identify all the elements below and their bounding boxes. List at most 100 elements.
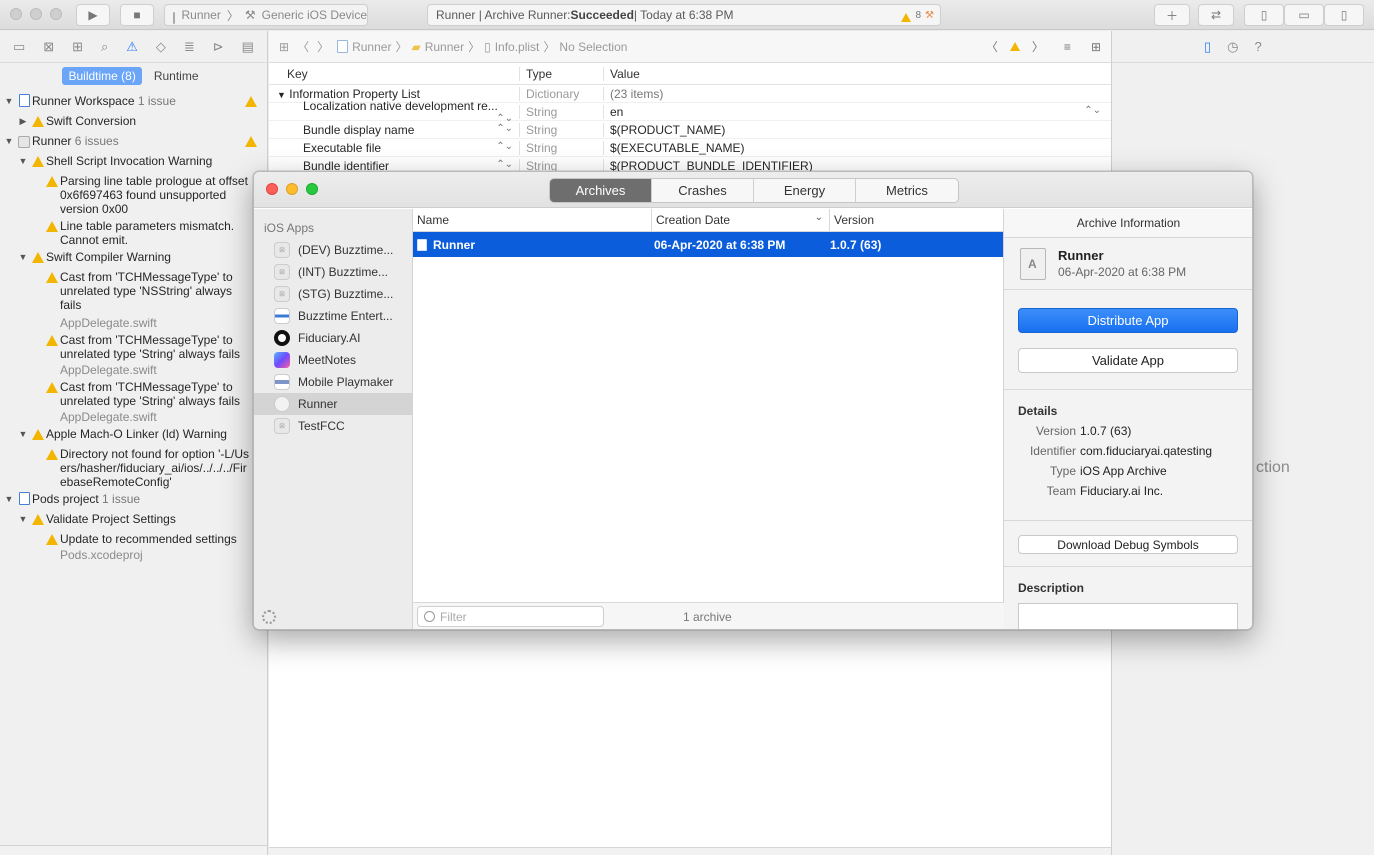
code-review-button[interactable]: ⇄ [1198,4,1234,26]
filter-field[interactable]: Filter [417,606,604,627]
issue-row[interactable]: Update to recommended settings Pods.xcode… [0,529,262,562]
run-button[interactable]: ▶ [76,4,110,26]
tab-archives[interactable]: Archives [550,179,652,202]
version-column-header[interactable]: Version [830,209,1003,232]
app-item-int-buzztime[interactable]: ⊠ (INT) Buzztime... [254,261,412,283]
plist-value[interactable]: $(EXECUTABLE_NAME) [603,140,1111,155]
plist-row[interactable]: Bundle display name ⌃⌄ String $(PRODUCT_N… [269,121,1111,139]
history-clock-icon[interactable]: ◷ [1227,39,1238,55]
forward-arrow-icon[interactable]: 〉 [317,38,329,55]
disclosure-triangle-icon[interactable]: ▼ [277,90,286,100]
issue-row[interactable]: Line table parameters mismatch. Cannot e… [0,216,262,247]
stepper-icon[interactable]: ⌃⌄ [496,141,513,152]
test-diamond-icon[interactable]: ◇ [156,39,166,55]
issue-row[interactable]: Directory not found for option '-L/Users… [0,444,258,489]
breadcrumb-item[interactable]: Info.plist [495,40,540,54]
app-item-dev-buzztime[interactable]: ⊠ (DEV) Buzztime... [254,239,412,261]
buildtime-tab[interactable]: Buildtime (8) [62,67,142,85]
disclosure-triangle-icon[interactable]: ▼ [2,131,16,151]
app-item-runner[interactable]: Runner [254,393,412,415]
creation-date-column-header[interactable]: Creation Date ⌄ [652,208,830,232]
breadcrumb[interactable]: Runner 〉 ▰ Runner 〉 ▯ Info.plist 〉 No Se… [337,38,627,55]
name-column-header[interactable]: Name [413,208,652,232]
issue-row[interactable]: Cast from 'TCHMessageType' to unrelated … [0,377,252,424]
distribute-app-button[interactable]: Distribute App [1018,308,1238,333]
breakpoint-icon[interactable]: ⊳ [213,39,224,55]
related-items-icon[interactable]: ⊞ [279,40,289,54]
help-icon[interactable]: ? [1255,39,1262,54]
issue-row[interactable]: Parsing line table prologue at offset 0x… [0,171,262,216]
app-item-testfcc[interactable]: ⊠ TestFCC [254,415,412,437]
issue-category-row[interactable]: ▼ Swift Compiler Warning [0,247,267,267]
warning-badge[interactable]: 8 ⚒ [901,10,934,22]
disclosure-triangle-icon[interactable]: ▼ [2,489,16,509]
stepper-icon[interactable]: ⌃⌄ [496,123,513,134]
issue-group-row[interactable]: ▼ Runner 6 issues [0,131,267,151]
app-item-mobile-playmaker[interactable]: Mobile Playmaker [254,371,412,393]
zoom-button[interactable] [306,183,318,195]
issue-category-row[interactable]: ▶ Swift Conversion [0,111,267,131]
close-button[interactable] [266,183,278,195]
previous-issue-icon[interactable]: 〈 [986,38,998,55]
disclosure-triangle-icon[interactable]: ▼ [16,247,30,267]
minimize-window-button[interactable] [30,8,42,20]
tab-crashes[interactable]: Crashes [652,179,754,202]
zoom-window-button[interactable] [50,8,62,20]
scheme-selector[interactable]: Runner 〉 ⚒ Generic iOS Device [164,4,368,26]
plist-row[interactable]: Executable file ⌃⌄ String $(EXECUTABLE_NA… [269,139,1111,157]
report-icon[interactable]: ▤ [242,39,254,55]
description-field[interactable] [1018,603,1238,629]
archive-row[interactable]: Runner 06-Apr-2020 at 6:38 PM 1.0.7 (63) [413,232,1003,257]
issue-row[interactable]: Cast from 'TCHMessageType' to unrelated … [0,267,252,330]
toggle-debug-area-button[interactable]: ▭ [1284,4,1324,26]
disclosure-triangle-icon[interactable]: ▶ [16,111,30,131]
activity-viewer[interactable]: Runner | Archive Runner: Succeeded | Tod… [427,4,941,26]
app-item-stg-buzztime[interactable]: ⊠ (STG) Buzztime... [254,283,412,305]
runtime-tab[interactable]: Runtime [148,67,205,85]
plist-value[interactable]: en [610,105,623,119]
plist-row[interactable]: Localization native development re... ⌃⌄ … [269,99,1111,124]
back-arrow-icon[interactable]: 〈 [297,38,309,55]
issue-category-row[interactable]: ▼ Validate Project Settings [0,509,267,529]
search-icon[interactable]: ⌕ [101,39,108,55]
popup-chevron-icon[interactable]: ⌃⌄ [1084,105,1101,116]
issue-group-row[interactable]: ▼ Runner Workspace 1 issue [0,91,267,111]
issue-group-row[interactable]: ▼ Pods project 1 issue [0,489,267,509]
disclosure-triangle-icon[interactable]: ▼ [16,509,30,529]
stop-button[interactable]: ■ [120,4,154,26]
warning-icon[interactable] [1009,42,1020,51]
library-button[interactable]: ＋ [1154,4,1190,26]
app-item-buzztime-entertainment[interactable]: Buzztime Entert... [254,305,412,327]
close-window-button[interactable] [10,8,22,20]
download-debug-symbols-button[interactable]: Download Debug Symbols [1018,535,1238,554]
disclosure-triangle-icon[interactable]: ▼ [16,151,30,171]
app-item-meetnotes[interactable]: MeetNotes [254,349,412,371]
breadcrumb-item[interactable]: No Selection [559,40,627,54]
type-column-header[interactable]: Type [519,66,603,81]
debug-icon[interactable]: ≣ [184,39,195,55]
toggle-navigator-button[interactable]: ▯ [1244,4,1284,26]
toggle-inspector-button[interactable]: ▯ [1324,4,1364,26]
tab-metrics[interactable]: Metrics [856,179,958,202]
disclosure-triangle-icon[interactable]: ▼ [2,91,16,111]
app-item-fiduciary-ai[interactable]: Fiduciary.AI [254,327,412,349]
issue-category-row[interactable]: ▼ Shell Script Invocation Warning [0,151,267,171]
next-issue-icon[interactable]: 〉 [1032,38,1044,55]
key-column-header[interactable]: Key [269,67,519,81]
disclosure-triangle-icon[interactable]: ▼ [16,424,30,444]
issue-warning-icon[interactable]: ⚠ [126,39,138,55]
stepper-icon[interactable]: ⌃⌄ [496,159,513,170]
breadcrumb-item[interactable]: Runner [352,40,391,54]
folder-icon[interactable]: ▭ [13,39,25,55]
add-editor-icon[interactable]: ⊞ [1091,40,1101,54]
issue-row[interactable]: Cast from 'TCHMessageType' to unrelated … [0,330,252,377]
plist-value[interactable]: $(PRODUCT_NAME) [603,122,1111,137]
minimize-button[interactable] [286,183,298,195]
value-column-header[interactable]: Value [603,66,1111,81]
issue-category-row[interactable]: ▼ Apple Mach-O Linker (ld) Warning [0,424,267,444]
source-control-icon[interactable]: ⊠ [43,39,54,55]
tab-energy[interactable]: Energy [754,179,856,202]
hierarchy-icon[interactable]: ⊞ [72,39,83,55]
editor-options-icon[interactable]: ≡ [1064,40,1071,54]
breadcrumb-item[interactable]: Runner [425,40,464,54]
